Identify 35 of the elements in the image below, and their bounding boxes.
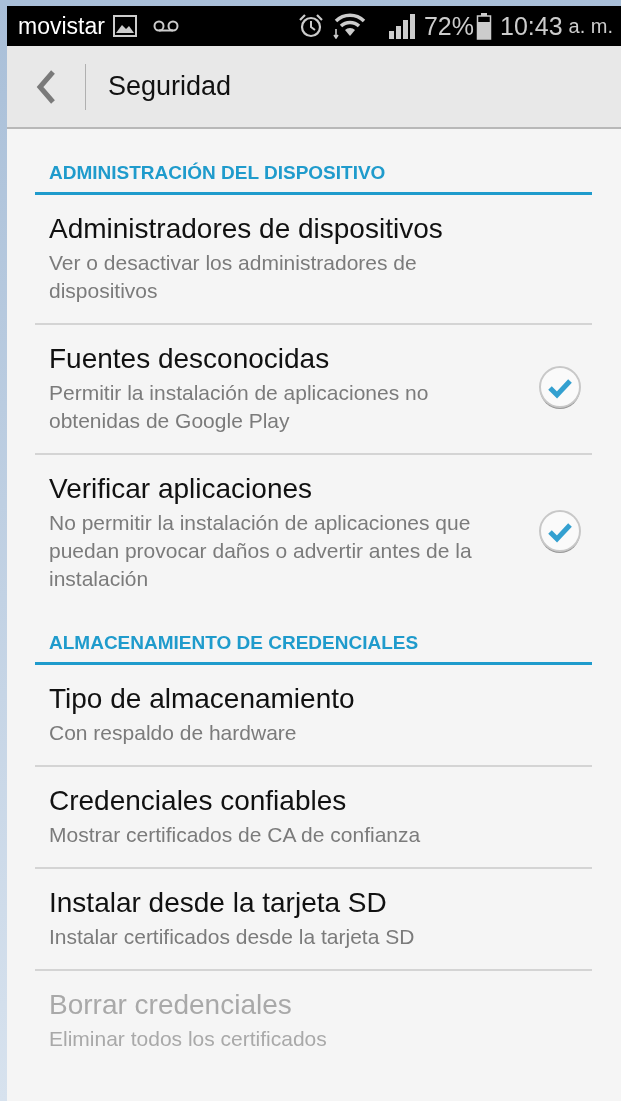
item-title: Fuentes desconocidas [49, 342, 331, 376]
item-title: Borrar credenciales [49, 988, 293, 1022]
item-summary: Eliminar todos los certificados [49, 1026, 328, 1052]
carrier-name: movistar [18, 12, 105, 40]
checkbox[interactable] [536, 508, 584, 556]
wifi-icon [331, 13, 368, 39]
item-title: Credenciales confiables [49, 784, 348, 818]
clock-time: 10:43 [500, 11, 563, 41]
screen-title: Seguridad [108, 71, 232, 102]
item-summary: Permitir la instalación de aplicaciones no obtenidas de Google Play [49, 380, 430, 434]
item-summary: Con respaldo de hardware [49, 720, 298, 746]
alarm-icon [297, 13, 324, 39]
item-summary: Ver o desactivar los administradores de dispositivos [49, 250, 418, 304]
settings-item[interactable]: Fuentes desconocidas Permitir la instalación de aplicaciones no obtenidas de Google Play [35, 325, 592, 455]
item-title: Verificar aplicaciones [49, 472, 314, 506]
settings-item[interactable]: Credenciales confiables Mostrar certificados de CA de confianza [35, 767, 592, 869]
item-title: Instalar desde la tarjeta SD [49, 886, 388, 920]
item-title: Tipo de almacenamiento [49, 682, 356, 716]
battery-percent: 72% [423, 11, 474, 41]
item-summary: Instalar certificados desde la tarjeta SD [49, 924, 416, 950]
battery-icon [476, 12, 492, 40]
section-header: ADMINISTRACIÓN DEL DISPOSITIVO [35, 129, 592, 195]
settings-item[interactable]: Tipo de almacenamiento Con respaldo de hardware [35, 665, 592, 767]
settings-item[interactable]: Administradores de dispositivos Ver o desactivar los administradores de dispositivos [35, 195, 592, 325]
image-icon [112, 15, 137, 37]
checkbox[interactable] [536, 364, 584, 412]
item-title: Administradores de dispositivos [49, 212, 444, 246]
clock-period: a. m. [568, 14, 613, 38]
section-header: ALMACENAMIENTO DE CREDENCIALES [35, 599, 592, 665]
settings-item[interactable]: Verificar aplicaciones No permitir la instalación de aplicaciones que puedan provocar daños o advertir antes de la instalación [35, 455, 592, 599]
item-summary: No permitir la instalación de aplicaciones que puedan provocar daños o advertir antes de la instalación [49, 510, 473, 592]
voicemail-icon [152, 20, 179, 32]
item-summary: Mostrar certificados de CA de confianza [49, 822, 422, 848]
signal-icon [387, 13, 416, 39]
settings-item[interactable]: Instalar desde la tarjeta SD Instalar certificados desde la tarjeta SD [35, 869, 592, 971]
